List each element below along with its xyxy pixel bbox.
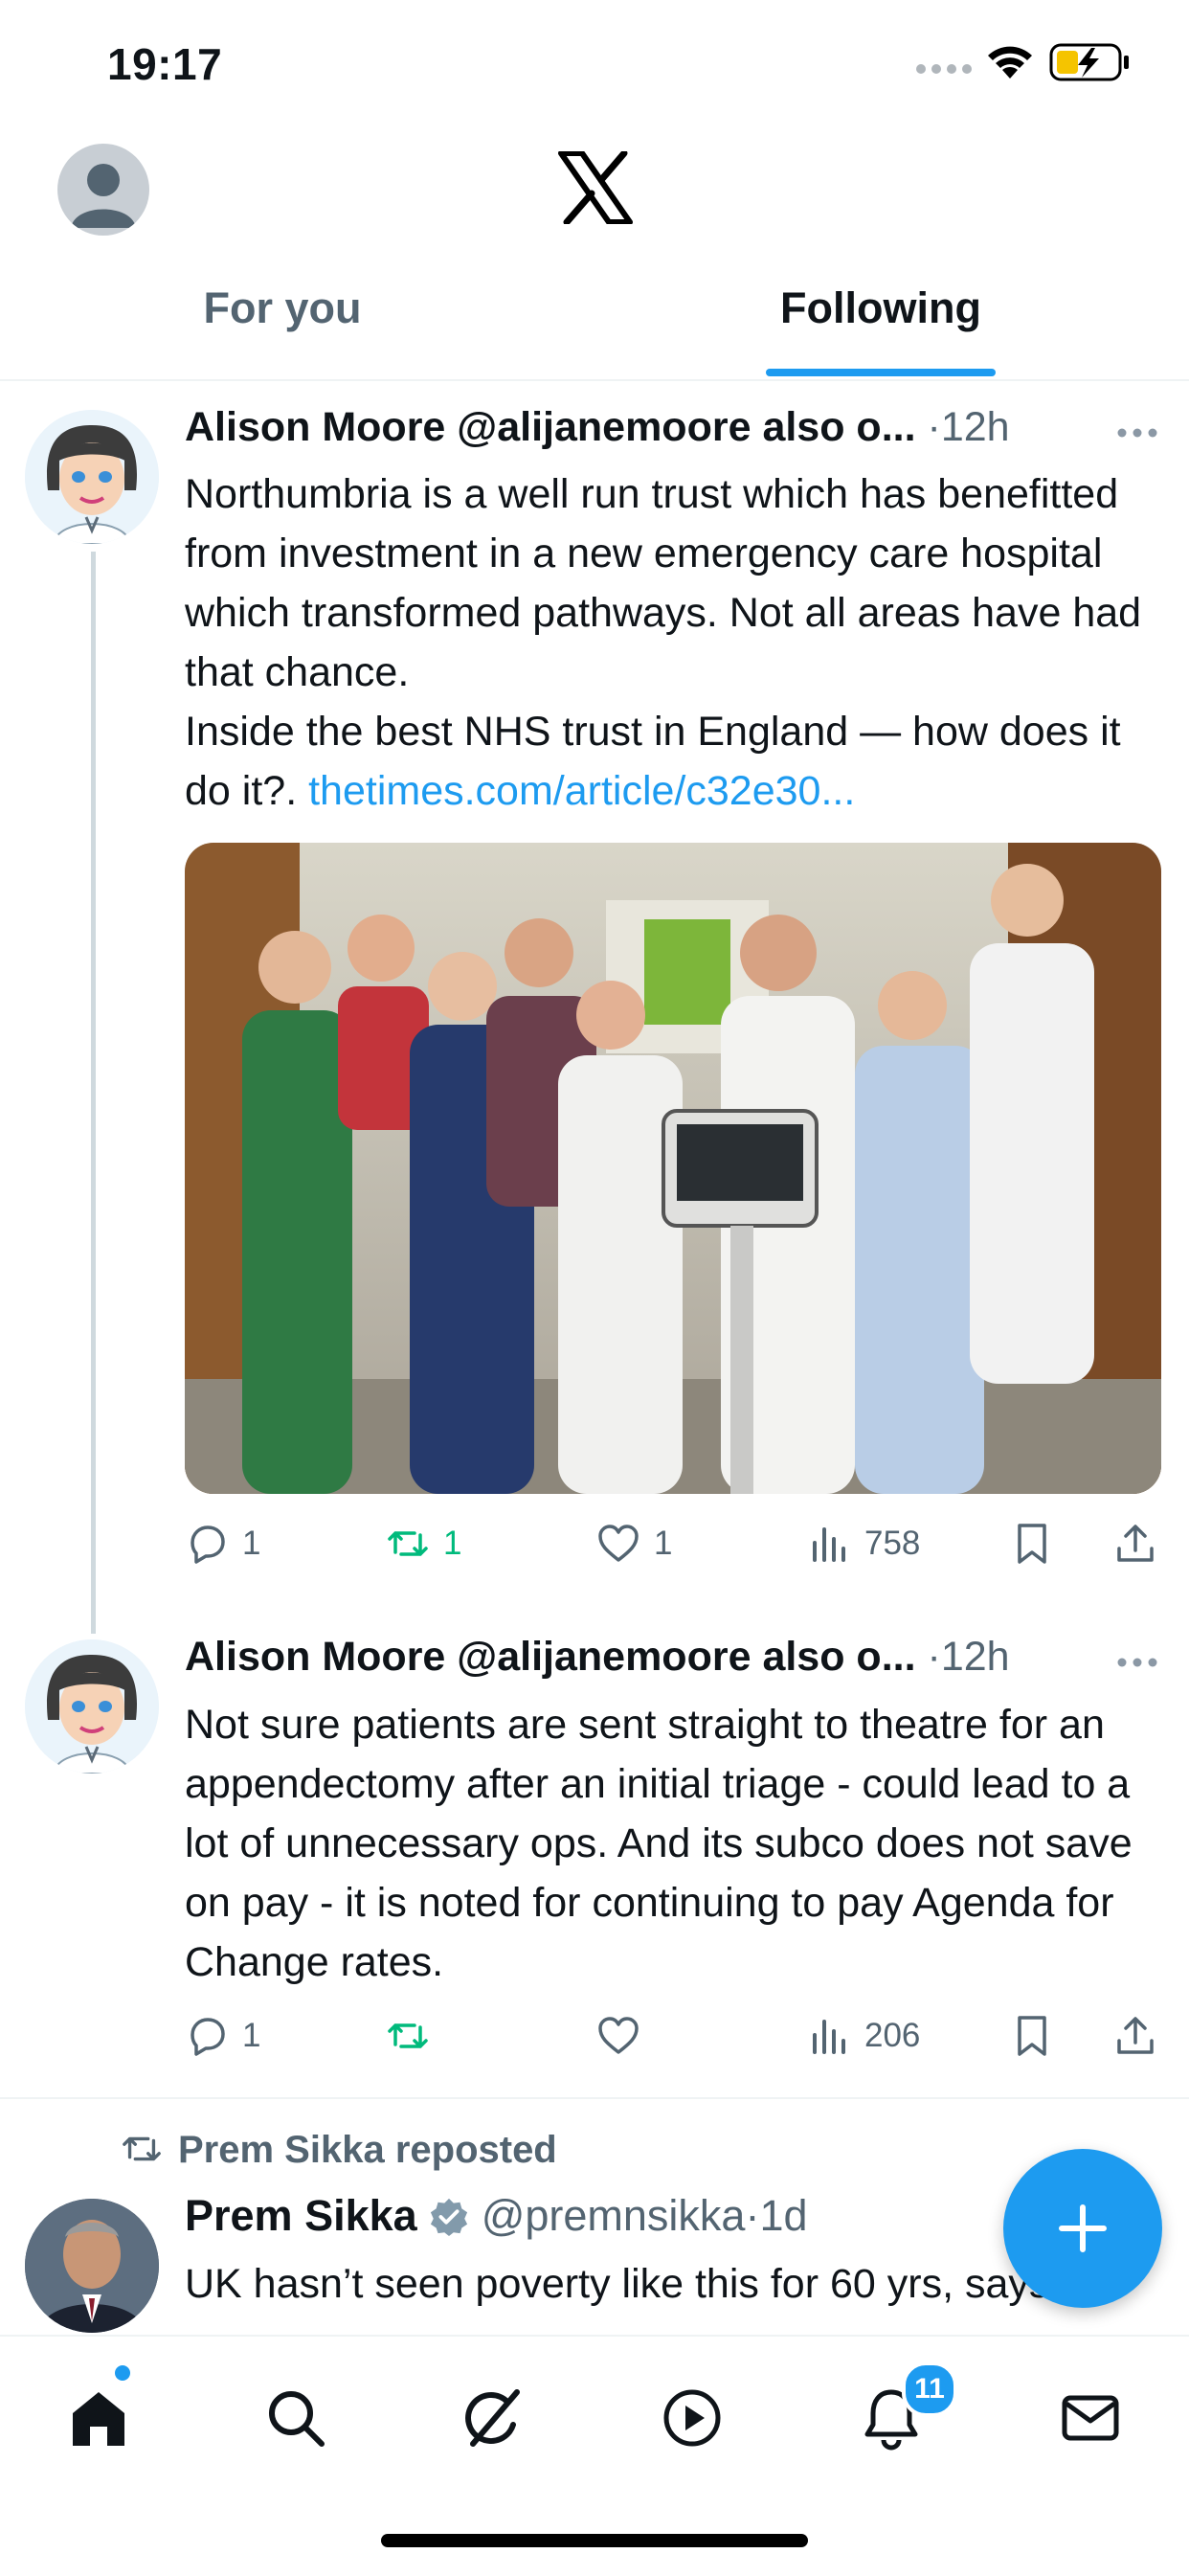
signal-icon [916, 64, 972, 74]
repost-button[interactable]: 1 [386, 1517, 461, 1570]
tweet-time[interactable]: 12h [941, 404, 1010, 450]
home-unread-dot [115, 2365, 130, 2381]
tweet-author-handle[interactable]: @premnsikka [482, 2191, 746, 2240]
verified-badge-icon [431, 2198, 468, 2237]
tweet-separator: · [927, 1634, 941, 1680]
bookmark-icon [1018, 1524, 1046, 1564]
tweet-author-handle[interactable]: @alijanemoore also o... [457, 404, 915, 450]
repost-count: 1 [443, 1525, 462, 1562]
status-time: 19:17 [107, 39, 223, 89]
profile-avatar[interactable] [57, 144, 149, 236]
tweet-image[interactable] [185, 843, 1161, 1494]
video-icon[interactable] [659, 2384, 726, 2452]
like-count: 1 [654, 1525, 673, 1562]
reply-icon [191, 2018, 225, 2056]
tweet-author-handle[interactable]: @alijanemoore also o... [457, 1634, 915, 1680]
repost-icon [388, 1531, 428, 1556]
battery-charging-icon [1049, 43, 1129, 81]
tweet-author-avatar[interactable] [25, 410, 159, 544]
heart-icon [598, 2017, 639, 2054]
tweet-author-avatar[interactable] [25, 1639, 159, 1774]
hospital-staff-photo [185, 843, 1161, 1494]
repost-context[interactable]: Prem Sikka reposted [121, 2128, 557, 2181]
tweet-actions: 1 206 [185, 2009, 1161, 2063]
share-icon [1117, 2017, 1154, 2054]
wifi-icon [988, 46, 1032, 79]
reply-button[interactable]: 1 [185, 2009, 260, 2063]
views-chart-icon [813, 2020, 845, 2054]
cartoon-avatar-icon [25, 410, 159, 544]
heart-icon [598, 1525, 639, 1562]
tweet-paragraph: Not sure patients are sent straight to t… [185, 1702, 1133, 1985]
repost-icon [123, 2136, 161, 2161]
notification-badge: 11 [902, 2361, 957, 2417]
bookmark-button[interactable] [1010, 2009, 1054, 2063]
repost-button[interactable] [386, 2009, 430, 2063]
reply-icon [191, 1525, 225, 1564]
mail-icon[interactable] [1057, 2384, 1124, 2452]
tweet-actions: 1 1 1 758 [185, 1517, 1161, 1570]
compose-button[interactable] [1003, 2149, 1162, 2308]
tweet-separator: · [927, 404, 941, 450]
view-count: 206 [864, 2017, 921, 2054]
reply-count: 1 [242, 2017, 261, 2054]
cartoon-avatar-icon [25, 1639, 159, 1774]
repost-icon [388, 2023, 428, 2048]
like-button[interactable] [596, 2009, 640, 2063]
tab-active-indicator [766, 369, 996, 376]
repost-label: Prem Sikka reposted [178, 2129, 557, 2171]
tweet-author-name[interactable]: Prem Sikka [185, 2191, 417, 2240]
views-chart-icon [813, 1527, 845, 1562]
tweet-header: Alison Moore @alijanemoore also o... ·12… [185, 1634, 1142, 1691]
bookmark-button[interactable] [1010, 1517, 1054, 1570]
views-button[interactable]: 758 [807, 1517, 920, 1570]
more-options-icon[interactable] [1116, 1657, 1158, 1668]
divider [0, 379, 1189, 381]
tweet-text: Northumbria is a well run trust which ha… [185, 464, 1161, 821]
search-icon[interactable] [262, 2384, 329, 2452]
more-options-icon[interactable] [1116, 427, 1158, 439]
bookmark-icon [1018, 2016, 1046, 2056]
tweet-paragraph: Inside the best NHS trust in England — h… [185, 702, 1161, 821]
thread-connector-line [91, 552, 96, 1634]
tweet-header: Prem Sikka @premnsikka·1d [185, 2191, 808, 2241]
compose-plus-icon [1059, 2204, 1107, 2252]
view-count: 758 [864, 1525, 921, 1562]
views-button[interactable]: 206 [807, 2009, 920, 2063]
tweet-header: Alison Moore @alijanemoore also o... ·12… [185, 404, 1142, 462]
tab-following[interactable]: Following [766, 283, 996, 333]
tweet-separator: · [745, 2191, 760, 2240]
tweet-author-avatar[interactable] [25, 2199, 159, 2333]
user-icon [71, 164, 136, 228]
tweet-paragraph: Northumbria is a well run trust which ha… [185, 471, 1142, 695]
share-button[interactable] [1113, 1517, 1157, 1570]
tweet-author-name[interactable]: Alison Moore [185, 404, 445, 450]
tweet-time[interactable]: 1d [759, 2191, 807, 2240]
home-indicator [381, 2534, 808, 2547]
share-icon [1117, 1525, 1154, 1562]
tab-for-you[interactable]: For you [172, 283, 393, 333]
tweet-time[interactable]: 12h [941, 1634, 1010, 1680]
grok-icon[interactable] [460, 2384, 527, 2452]
divider [0, 2097, 1189, 2099]
share-button[interactable] [1113, 2009, 1157, 2063]
like-button[interactable]: 1 [596, 1517, 672, 1570]
x-logo-icon[interactable] [557, 151, 634, 224]
reply-count: 1 [242, 1525, 261, 1562]
tweet-link[interactable]: thetimes.com/article/c32e30... [308, 768, 855, 814]
home-icon[interactable] [65, 2384, 132, 2452]
tweet-text: Not sure patients are sent straight to t… [185, 1695, 1161, 1992]
reply-button[interactable]: 1 [185, 1517, 260, 1570]
person-photo-icon [25, 2199, 159, 2333]
tweet-author-name[interactable]: Alison Moore [185, 1634, 445, 1680]
